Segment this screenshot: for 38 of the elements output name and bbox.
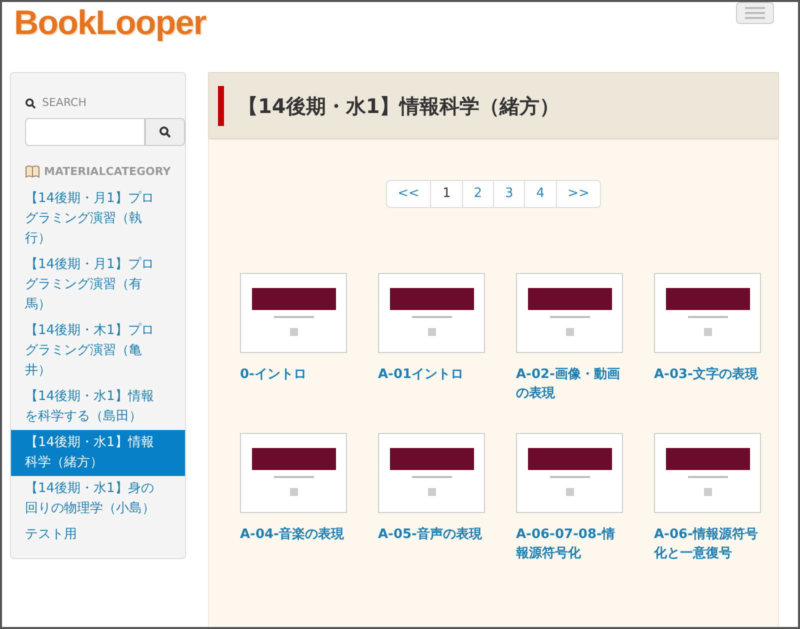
logo[interactable]: BookLooper [14, 2, 206, 49]
category-link[interactable]: テスト用 [11, 522, 185, 548]
material-link[interactable]: A-06-情報源符号化と一意復号 [654, 525, 758, 563]
cover-drawing[interactable] [378, 433, 485, 513]
material-link[interactable]: A-01イントロ [378, 365, 482, 384]
cover-drawing[interactable] [654, 433, 761, 513]
material-link[interactable]: A-04-音楽の表現 [240, 525, 344, 544]
material-link[interactable]: A-03-文字の表現 [654, 365, 758, 384]
cover-drawing[interactable] [654, 273, 761, 353]
cover-drawing[interactable] [516, 273, 623, 353]
category-link[interactable]: 【14後期・水1】情報科学（緒方） [11, 430, 185, 476]
material-link[interactable]: A-06-07-08-情報源符号化 [516, 525, 620, 563]
page-link[interactable]: 2 [462, 181, 493, 207]
cover-drawing[interactable] [378, 273, 485, 353]
category-label: MATERIALCATEGORY [44, 164, 171, 180]
category-link[interactable]: 【14後期・水1】情報を科学する（島田） [11, 384, 185, 430]
category-link[interactable]: 【14後期・月1】プログラミング演習（有馬） [11, 252, 185, 318]
page-link[interactable]: << [386, 181, 430, 207]
cover-drawing[interactable] [516, 433, 623, 513]
material-link[interactable]: 0-イントロ [240, 365, 344, 384]
page-link[interactable]: >> [556, 181, 600, 207]
page-link[interactable]: 4 [524, 181, 556, 207]
search-button[interactable] [145, 118, 185, 146]
search-label: SEARCH [42, 95, 87, 111]
category-link[interactable]: 【14後期・水1】身の回りの物理学（小島） [11, 476, 185, 522]
page-link[interactable]: 3 [493, 181, 524, 207]
search-icon [159, 126, 171, 138]
book-icon [25, 165, 40, 178]
page-link[interactable]: 1 [430, 181, 462, 207]
material-link[interactable]: A-05-音声の表現 [378, 525, 482, 544]
category-link[interactable]: 【14後期・木1】プログラミング演習（亀井） [11, 318, 185, 384]
search-icon [25, 98, 36, 109]
material-link[interactable]: A-02-画像・動画の表現 [516, 365, 620, 403]
page-title: 【14後期・水1】情報科学（緒方） [238, 92, 560, 120]
cover-drawing[interactable] [240, 273, 347, 353]
category-link[interactable]: 【14後期・月1】プログラミング演習（執行） [11, 186, 185, 252]
search-field[interactable] [25, 118, 145, 146]
cover-drawing[interactable] [240, 433, 347, 513]
